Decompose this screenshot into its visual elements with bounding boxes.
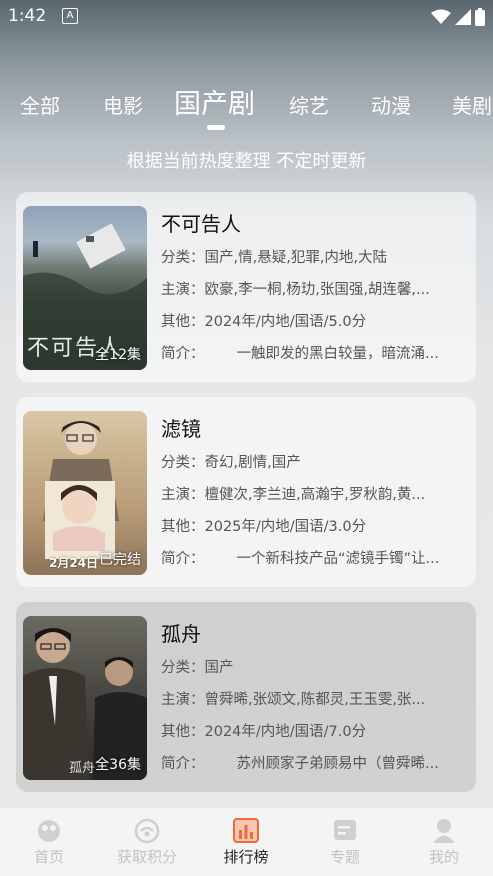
category-row: 分类： 奇幻,剧情,国产 xyxy=(161,451,469,472)
profile-icon xyxy=(433,819,455,843)
other-value: 2025年/内地/国语/3.0分 xyxy=(204,519,367,535)
nav-profile[interactable]: 我的 xyxy=(395,816,493,867)
cast-label: 主演： xyxy=(161,487,205,503)
tab-anime[interactable]: 动漫 xyxy=(371,90,411,119)
nav-label: 排行榜 xyxy=(223,848,269,866)
topic-icon xyxy=(334,820,356,840)
drama-title: 滤镜 xyxy=(161,417,201,441)
poster-image[interactable]: 不可告人 全12集 xyxy=(23,206,147,370)
other-row: 其他： 2025年/内地/国语/3.0分 xyxy=(161,515,469,536)
intro-label: 简介： xyxy=(161,756,205,772)
category-label: 分类： xyxy=(161,660,205,676)
cast-value: 曾舜晞,张颂文,陈都灵,王玉雯,张... xyxy=(204,692,426,708)
cast-label: 主演： xyxy=(161,282,205,298)
other-value: 2024年/内地/国语/5.0分 xyxy=(204,314,367,330)
points-icon xyxy=(134,818,160,844)
status-bar: 1:42 A xyxy=(0,0,493,34)
category-value: 国产,情,悬疑,犯罪,内地,大陆 xyxy=(204,250,388,266)
battery-icon xyxy=(475,8,485,26)
tab-us-drama[interactable]: 美剧 xyxy=(452,90,492,119)
tab-movie[interactable]: 电影 xyxy=(103,90,143,119)
category-value: 国产 xyxy=(204,660,234,676)
cast-value: 檀健次,李兰迪,高瀚宇,罗秋韵,黄... xyxy=(204,487,426,503)
other-row: 其他： 2024年/内地/国语/7.0分 xyxy=(161,720,469,741)
other-value: 2024年/内地/国语/7.0分 xyxy=(204,724,367,740)
nav-topics[interactable]: 专题 xyxy=(296,816,394,867)
drama-card[interactable]: 不可告人 全12集 不可告人 分类： 国产,情,悬疑,犯罪,内地,大陆 主演： 欧豪… xyxy=(16,192,476,382)
nav-label: 获取积分 xyxy=(116,848,177,866)
tab-domestic-drama[interactable]: 国产剧 xyxy=(174,82,255,121)
category-row: 分类： 国产,情,悬疑,犯罪,内地,大陆 xyxy=(161,246,469,267)
cast-value: 欧豪,李一桐,杨玏,张国强,胡连馨,... xyxy=(204,282,430,298)
category-value: 奇幻,剧情,国产 xyxy=(204,455,301,471)
home-icon xyxy=(38,820,60,842)
ranking-icon xyxy=(233,818,259,843)
tab-all[interactable]: 全部 xyxy=(20,90,60,119)
drama-title: 孤舟 xyxy=(161,622,201,646)
active-tab-indicator xyxy=(207,125,225,130)
cast-row: 主演： 欧豪,李一桐,杨玏,张国强,胡连馨,... xyxy=(161,278,469,299)
intro-value: 一个新科技产品“滤镜手镯”让... xyxy=(236,551,440,567)
intro-label: 简介： xyxy=(161,346,205,362)
drama-title: 不可告人 xyxy=(161,212,241,236)
cast-row: 主演： 曾舜晞,张颂文,陈都灵,王玉雯,张... xyxy=(161,688,469,709)
ranking-subtitle: 根据当前热度整理 不定时更新 xyxy=(126,151,367,172)
nav-label: 专题 xyxy=(329,848,360,866)
intro-row: 简介： 苏州顾家子弟顾易中（曾舜晞... xyxy=(161,752,469,773)
category-row: 分类： 国产 xyxy=(161,656,469,677)
other-label: 其他： xyxy=(161,519,205,535)
tab-variety[interactable]: 综艺 xyxy=(289,90,329,119)
status-icons xyxy=(431,8,485,26)
wifi-icon xyxy=(431,9,451,24)
nav-label: 首页 xyxy=(33,848,64,866)
notification-icon: A xyxy=(62,8,78,24)
cast-label: 主演： xyxy=(161,692,205,708)
status-time: 1:42 xyxy=(8,6,47,26)
episode-badge: 全36集 xyxy=(95,757,141,773)
intro-value: 苏州顾家子弟顾易中（曾舜晞... xyxy=(236,756,439,772)
cast-row: 主演： 檀健次,李兰迪,高瀚宇,罗秋韵,黄... xyxy=(161,483,469,504)
poster-image[interactable]: 2月24日 已完结 xyxy=(23,411,147,575)
nav-home[interactable]: 首页 xyxy=(0,816,98,867)
category-tabs: 全部 电影 国产剧 综艺 动漫 美剧 xyxy=(0,80,493,128)
category-label: 分类： xyxy=(161,455,205,471)
poster-title-text: 孤舟 xyxy=(69,761,96,776)
intro-row: 简介： 一个新科技产品“滤镜手镯”让... xyxy=(161,547,469,568)
poster-date-text: 2月24日 xyxy=(49,556,99,570)
poster-image[interactable]: 孤舟 全36集 xyxy=(23,616,147,780)
other-row: 其他： 2024年/内地/国语/5.0分 xyxy=(161,310,469,331)
other-label: 其他： xyxy=(161,314,205,330)
intro-value: 一触即发的黑白较量，暗流涌... xyxy=(236,346,439,362)
category-label: 分类： xyxy=(161,250,205,266)
drama-card[interactable]: 孤舟 全36集 孤舟 分类： 国产 主演： 曾舜晞,张颂文,陈都灵,王玉雯,张...… xyxy=(16,602,476,792)
intro-row: 简介： 一触即发的黑白较量，暗流涌... xyxy=(161,342,469,363)
intro-label: 简介： xyxy=(161,551,205,567)
other-label: 其他： xyxy=(161,724,205,740)
episode-badge: 全12集 xyxy=(95,347,141,363)
signal-icon xyxy=(455,9,471,25)
nav-ranking[interactable]: 排行榜 xyxy=(197,816,295,867)
status-badge: 已完结 xyxy=(99,552,141,568)
nav-label: 我的 xyxy=(428,848,459,866)
bottom-navigation: 首页 获取积分 排行榜 专题 我的 xyxy=(0,808,493,876)
drama-card[interactable]: 2月24日 已完结 滤镜 分类： 奇幻,剧情,国产 主演： 檀健次,李兰迪,高瀚宇,… xyxy=(16,397,476,587)
nav-points[interactable]: 获取积分 xyxy=(98,816,196,867)
